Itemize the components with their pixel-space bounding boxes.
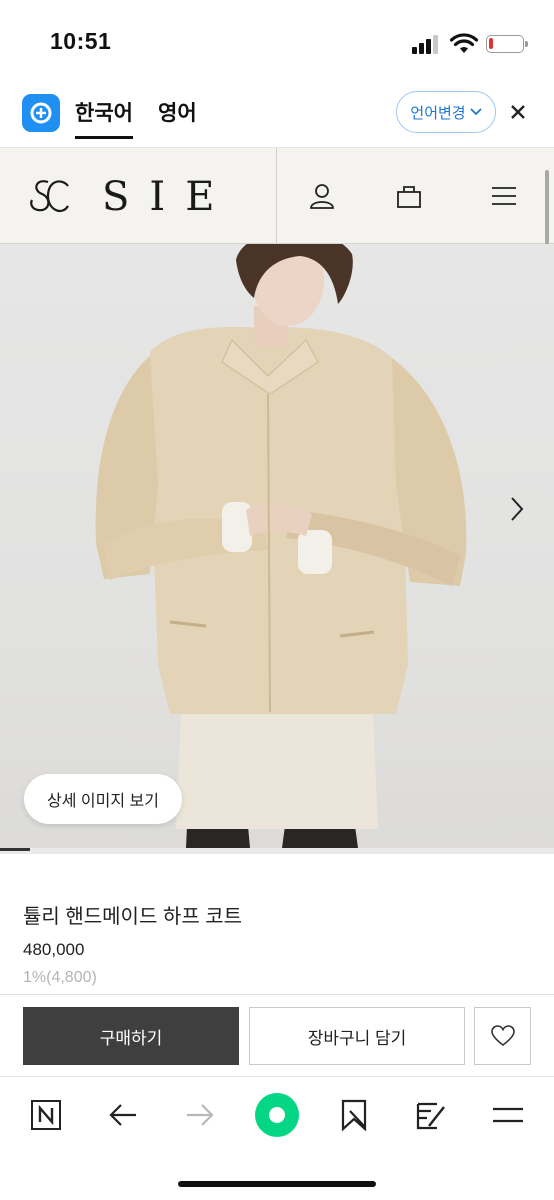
- heart-icon: [490, 1025, 515, 1047]
- header-divider: [276, 148, 277, 244]
- change-language-label: 언어변경: [410, 104, 466, 122]
- user-icon[interactable]: [308, 182, 336, 214]
- next-image-arrow-icon[interactable]: [510, 496, 524, 526]
- battery-icon: [486, 35, 528, 53]
- back-arrow-icon[interactable]: [99, 1091, 147, 1139]
- product-photo-illustration: [95, 244, 467, 848]
- green-dot-icon[interactable]: [253, 1091, 301, 1139]
- site-logo-text: SIE: [102, 174, 235, 220]
- product-photo[interactable]: 상세 이미지 보기: [0, 244, 554, 848]
- product-name: 튤리 핸드메이드 하프 코트: [23, 906, 243, 928]
- menu-icon[interactable]: [491, 186, 517, 210]
- site-logo[interactable]: SIE: [28, 174, 234, 220]
- image-carousel-progress-fill: [0, 848, 31, 851]
- product-points: 1%(4,800): [23, 969, 97, 986]
- tab-korean[interactable]: 한국어: [75, 97, 133, 139]
- wishlist-button[interactable]: [474, 1007, 531, 1065]
- menu-icon[interactable]: [484, 1091, 532, 1139]
- cellular-signal-icon: [412, 34, 442, 54]
- change-language-button[interactable]: 언어변경: [396, 91, 496, 133]
- add-to-cart-button[interactable]: 장바구니 담기: [249, 1007, 465, 1065]
- battery-level: [489, 38, 493, 49]
- home-indicator[interactable]: [178, 1181, 376, 1187]
- buy-button[interactable]: 구매하기: [23, 1007, 239, 1065]
- site-header: SIE: [0, 148, 554, 244]
- share-icon[interactable]: [407, 1091, 455, 1139]
- status-time: 10:51: [50, 28, 112, 54]
- logo-monogram-icon: [30, 180, 69, 213]
- forward-arrow-icon[interactable]: [176, 1091, 224, 1139]
- wifi-icon: [449, 33, 479, 59]
- naver-n-icon[interactable]: [22, 1091, 70, 1139]
- close-icon[interactable]: [510, 98, 526, 126]
- tab-english[interactable]: 영어: [158, 97, 197, 127]
- purchase-action-bar: 구매하기 장바구니 담기: [0, 994, 554, 1076]
- image-carousel-progress: [0, 848, 554, 854]
- shopping-bag-icon[interactable]: [396, 182, 422, 214]
- product-price: 480,000: [23, 940, 85, 959]
- detail-image-button[interactable]: 상세 이미지 보기: [24, 774, 182, 824]
- bookmark-icon[interactable]: [330, 1091, 378, 1139]
- chevron-down-icon: [469, 108, 482, 116]
- translate-bar: 한국어 영어 언어변경: [0, 80, 554, 148]
- status-bar: 10:51: [0, 0, 554, 80]
- translate-app-icon: [22, 94, 60, 132]
- browser-toolbar: [0, 1076, 554, 1200]
